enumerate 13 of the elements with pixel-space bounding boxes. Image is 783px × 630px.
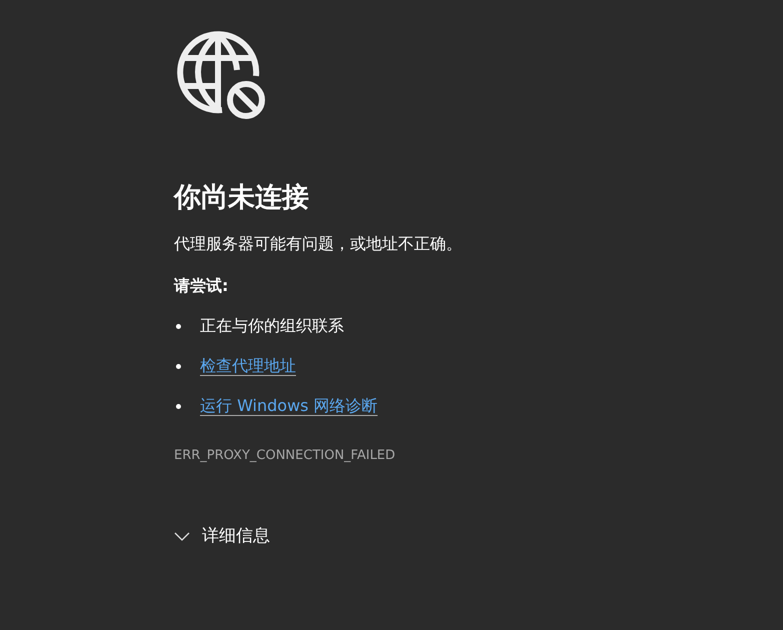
error-message: 代理服务器可能有问题，或地址不正确。	[174, 233, 463, 256]
details-toggle[interactable]: 详细信息	[174, 524, 270, 550]
error-code: ERR_PROXY_CONNECTION_FAILED	[174, 447, 396, 466]
globe-blocked-icon	[174, 28, 266, 120]
page-title: 你尚未连接	[174, 182, 310, 214]
suggestions-heading: 请尝试:	[174, 275, 230, 298]
suggestion-link[interactable]: 检查代理地址	[200, 354, 296, 378]
chevron-icon	[174, 532, 190, 542]
bullet-icon	[176, 364, 181, 369]
bullet-icon	[176, 324, 181, 329]
bullet-icon	[176, 404, 181, 409]
suggestion-link[interactable]: 运行 Windows 网络诊断	[200, 394, 378, 418]
suggestion-text: 正在与你的组织联系	[200, 315, 344, 338]
